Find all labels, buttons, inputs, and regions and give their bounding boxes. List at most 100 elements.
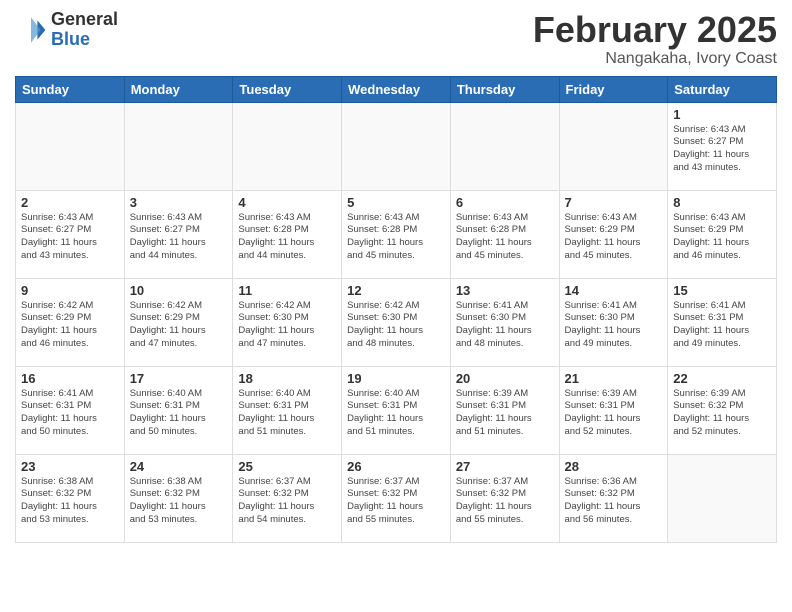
month-title: February 2025 [533, 10, 777, 50]
calendar-cell: 26 Sunrise: 6:37 AM Sunset: 6:32 PM Dayli… [342, 454, 451, 542]
day-number: 9 [21, 283, 119, 298]
logo-text: General Blue [51, 10, 118, 50]
calendar-cell: 19Sunrise: 6:40 AM Sunset: 6:31 PM Dayli… [342, 366, 451, 454]
calendar-cell: 16 Sunrise: 6:41 AM Sunset: 6:31 PM Dayli… [16, 366, 125, 454]
page: General Blue February 2025 Nangakaha, Iv… [0, 0, 792, 612]
calendar-cell: 28Sunrise: 6:36 AM Sunset: 6:32 PM Dayli… [559, 454, 668, 542]
day-info: Sunrise: 6:37 AM Sunset: 6:32 PM Dayligh… [238, 476, 336, 527]
day-info: Sunrise: 6:38 AM Sunset: 6:32 PM Dayligh… [130, 476, 228, 527]
day-info: Sunrise: 6:40 AM Sunset: 6:31 PM Dayligh… [347, 388, 445, 439]
calendar-cell: 22 Sunrise: 6:39 AM Sunset: 6:32 PM Dayli… [668, 366, 777, 454]
title-section: February 2025 Nangakaha, Ivory Coast [533, 10, 777, 68]
day-info: Sunrise: 6:43 AM Sunset: 6:29 PM Dayligh… [673, 212, 771, 263]
header-wednesday: Wednesday [342, 76, 451, 102]
day-number: 8 [673, 195, 771, 210]
day-info: Sunrise: 6:42 AM Sunset: 6:30 PM Dayligh… [347, 300, 445, 351]
calendar-cell [124, 102, 233, 190]
day-info: Sunrise: 6:41 AM Sunset: 6:30 PM Dayligh… [565, 300, 663, 351]
day-number: 7 [565, 195, 663, 210]
day-number: 12 [347, 283, 445, 298]
day-number: 20 [456, 371, 554, 386]
calendar-week-3: 9 Sunrise: 6:42 AM Sunset: 6:29 PM Daylig… [16, 278, 777, 366]
header-sunday: Sunday [16, 76, 125, 102]
calendar-cell: 3Sunrise: 6:43 AM Sunset: 6:27 PM Daylig… [124, 190, 233, 278]
day-info: Sunrise: 6:41 AM Sunset: 6:31 PM Dayligh… [673, 300, 771, 351]
day-number: 2 [21, 195, 119, 210]
logo-icon [15, 14, 47, 46]
day-number: 21 [565, 371, 663, 386]
calendar-cell [16, 102, 125, 190]
calendar-cell: 21 Sunrise: 6:39 AM Sunset: 6:31 PM Dayli… [559, 366, 668, 454]
day-info: Sunrise: 6:38 AM Sunset: 6:32 PM Dayligh… [21, 476, 119, 527]
header: General Blue February 2025 Nangakaha, Iv… [15, 10, 777, 68]
day-number: 11 [238, 283, 336, 298]
day-number: 17 [130, 371, 228, 386]
header-saturday: Saturday [668, 76, 777, 102]
day-number: 22 [673, 371, 771, 386]
day-number: 26 [347, 459, 445, 474]
calendar-cell [233, 102, 342, 190]
location-title: Nangakaha, Ivory Coast [533, 50, 777, 68]
calendar-body: 1 Sunrise: 6:43 AM Sunset: 6:27 PM Daylig… [16, 102, 777, 542]
calendar-cell: 11 Sunrise: 6:42 AM Sunset: 6:30 PM Dayli… [233, 278, 342, 366]
day-number: 13 [456, 283, 554, 298]
calendar-cell: 7Sunrise: 6:43 AM Sunset: 6:29 PM Daylig… [559, 190, 668, 278]
day-info: Sunrise: 6:39 AM Sunset: 6:32 PM Dayligh… [673, 388, 771, 439]
calendar-week-1: 1 Sunrise: 6:43 AM Sunset: 6:27 PM Daylig… [16, 102, 777, 190]
day-number: 10 [130, 283, 228, 298]
day-info: Sunrise: 6:42 AM Sunset: 6:30 PM Dayligh… [238, 300, 336, 351]
calendar-cell: 9 Sunrise: 6:42 AM Sunset: 6:29 PM Daylig… [16, 278, 125, 366]
calendar-cell: 14 Sunrise: 6:41 AM Sunset: 6:30 PM Dayli… [559, 278, 668, 366]
calendar-week-5: 23 Sunrise: 6:38 AM Sunset: 6:32 PM Dayli… [16, 454, 777, 542]
day-number: 4 [238, 195, 336, 210]
calendar-cell: 1 Sunrise: 6:43 AM Sunset: 6:27 PM Daylig… [668, 102, 777, 190]
day-number: 28 [565, 459, 663, 474]
day-number: 6 [456, 195, 554, 210]
day-info: Sunrise: 6:43 AM Sunset: 6:27 PM Dayligh… [21, 212, 119, 263]
day-info: Sunrise: 6:43 AM Sunset: 6:28 PM Dayligh… [456, 212, 554, 263]
day-number: 25 [238, 459, 336, 474]
day-info: Sunrise: 6:41 AM Sunset: 6:31 PM Dayligh… [21, 388, 119, 439]
calendar-week-4: 16 Sunrise: 6:41 AM Sunset: 6:31 PM Dayli… [16, 366, 777, 454]
day-number: 14 [565, 283, 663, 298]
calendar-week-2: 2 Sunrise: 6:43 AM Sunset: 6:27 PM Daylig… [16, 190, 777, 278]
logo-blue: Blue [51, 30, 118, 50]
day-number: 15 [673, 283, 771, 298]
calendar-cell [342, 102, 451, 190]
day-number: 24 [130, 459, 228, 474]
calendar-table: Sunday Monday Tuesday Wednesday Thursday… [15, 76, 777, 543]
logo-general: General [51, 10, 118, 30]
calendar-cell: 27 Sunrise: 6:37 AM Sunset: 6:32 PM Dayli… [450, 454, 559, 542]
day-info: Sunrise: 6:39 AM Sunset: 6:31 PM Dayligh… [565, 388, 663, 439]
header-monday: Monday [124, 76, 233, 102]
calendar-cell: 10 Sunrise: 6:42 AM Sunset: 6:29 PM Dayli… [124, 278, 233, 366]
day-info: Sunrise: 6:37 AM Sunset: 6:32 PM Dayligh… [347, 476, 445, 527]
day-number: 23 [21, 459, 119, 474]
header-friday: Friday [559, 76, 668, 102]
day-info: Sunrise: 6:42 AM Sunset: 6:29 PM Dayligh… [21, 300, 119, 351]
day-number: 18 [238, 371, 336, 386]
day-number: 1 [673, 107, 771, 122]
calendar-cell: 12 Sunrise: 6:42 AM Sunset: 6:30 PM Dayli… [342, 278, 451, 366]
calendar-cell: 25 Sunrise: 6:37 AM Sunset: 6:32 PM Dayli… [233, 454, 342, 542]
calendar-cell: 8 Sunrise: 6:43 AM Sunset: 6:29 PM Daylig… [668, 190, 777, 278]
day-info: Sunrise: 6:37 AM Sunset: 6:32 PM Dayligh… [456, 476, 554, 527]
day-number: 3 [130, 195, 228, 210]
day-info: Sunrise: 6:43 AM Sunset: 6:28 PM Dayligh… [347, 212, 445, 263]
calendar-cell [559, 102, 668, 190]
day-info: Sunrise: 6:41 AM Sunset: 6:30 PM Dayligh… [456, 300, 554, 351]
calendar-cell: 13 Sunrise: 6:41 AM Sunset: 6:30 PM Dayli… [450, 278, 559, 366]
calendar-cell: 5Sunrise: 6:43 AM Sunset: 6:28 PM Daylig… [342, 190, 451, 278]
calendar-cell: 23 Sunrise: 6:38 AM Sunset: 6:32 PM Dayli… [16, 454, 125, 542]
day-info: Sunrise: 6:40 AM Sunset: 6:31 PM Dayligh… [130, 388, 228, 439]
header-thursday: Thursday [450, 76, 559, 102]
day-info: Sunrise: 6:39 AM Sunset: 6:31 PM Dayligh… [456, 388, 554, 439]
calendar-cell: 20 Sunrise: 6:39 AM Sunset: 6:31 PM Dayli… [450, 366, 559, 454]
day-info: Sunrise: 6:43 AM Sunset: 6:27 PM Dayligh… [673, 124, 771, 175]
calendar-cell: 4Sunrise: 6:43 AM Sunset: 6:28 PM Daylig… [233, 190, 342, 278]
day-number: 16 [21, 371, 119, 386]
day-number: 27 [456, 459, 554, 474]
day-info: Sunrise: 6:42 AM Sunset: 6:29 PM Dayligh… [130, 300, 228, 351]
calendar-cell [668, 454, 777, 542]
calendar-cell: 17 Sunrise: 6:40 AM Sunset: 6:31 PM Dayli… [124, 366, 233, 454]
